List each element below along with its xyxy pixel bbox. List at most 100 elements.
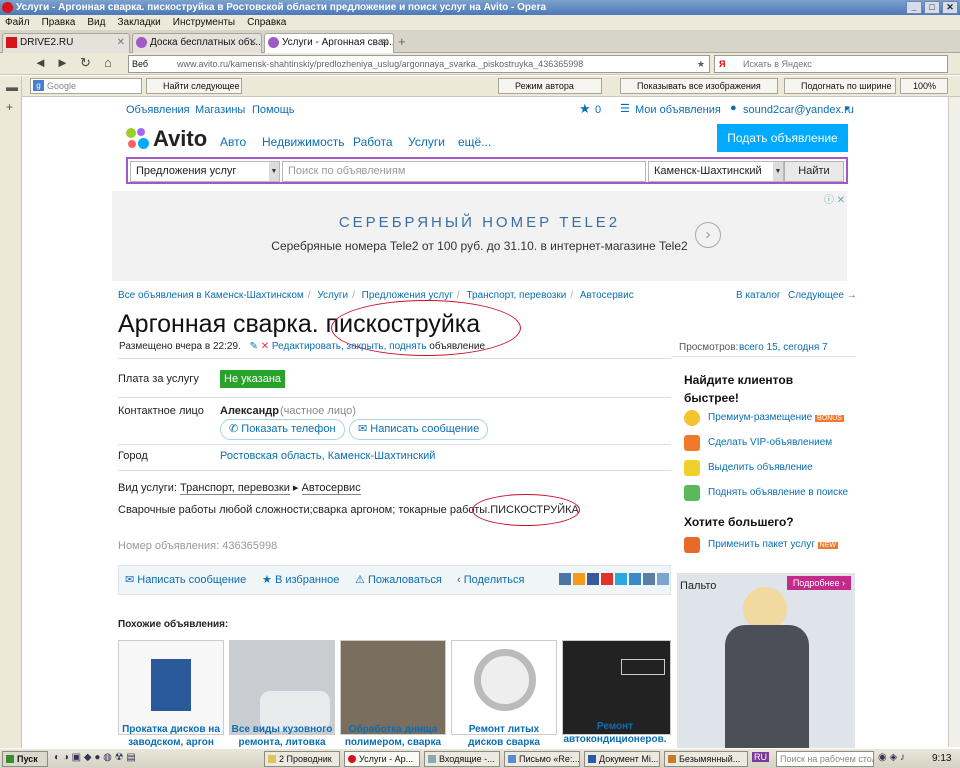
google-search-field[interactable]: g Google	[30, 78, 142, 94]
show-images-button[interactable]: Показывать все изображения	[620, 78, 778, 94]
write-message-button[interactable]: ✉ Написать сообщение	[349, 419, 489, 440]
email-icon[interactable]	[643, 573, 655, 585]
category-select[interactable]: Предложения услуг ▼	[130, 161, 280, 182]
crumb-transport[interactable]: Транспорт, перевозки	[466, 290, 566, 301]
show-phone-button[interactable]: ✆ Показать телефон	[220, 419, 345, 440]
facebook-icon[interactable]	[587, 573, 599, 585]
mail-ru-icon[interactable]	[601, 573, 613, 585]
next-ad-link[interactable]: Следующее →	[788, 290, 857, 301]
menu-edit[interactable]: Правка	[42, 15, 76, 30]
menu-view[interactable]: Вид	[87, 15, 105, 30]
start-button[interactable]: Пуск	[2, 751, 48, 767]
close-tab-icon[interactable]: ✕	[117, 34, 125, 52]
close-icon[interactable]: ✕	[942, 1, 958, 14]
coat-advertisement[interactable]: Пальто Подробнее ›	[677, 573, 855, 749]
tab-board[interactable]: Доска бесплатных объ... ✕	[132, 33, 262, 53]
tab-drive2[interactable]: DRIVE2.RU ✕	[2, 33, 130, 53]
avito-logo-text[interactable]: Avito	[153, 126, 207, 152]
task-inbox[interactable]: Входящие -...	[424, 751, 500, 767]
vk-icon[interactable]	[559, 573, 571, 585]
fit-width-button[interactable]: Подогнать по ширине	[784, 78, 896, 94]
ad-info-icon[interactable]: ⓘ ✕	[824, 191, 845, 206]
cat-jobs[interactable]: Работа	[353, 135, 393, 149]
action-write[interactable]: ✉ Написать сообщение	[125, 566, 246, 594]
zoom-select[interactable]: 100%	[900, 78, 948, 94]
close-tab-icon[interactable]: ✕	[381, 34, 389, 52]
desktop-search-input[interactable]: Поиск на рабочем столе	[776, 751, 874, 767]
panel-icon[interactable]: ▬	[6, 80, 18, 94]
tray-icons[interactable]: ◉ ◈ ♪	[878, 752, 905, 763]
task-paint[interactable]: Безымянный...	[664, 751, 748, 767]
link-icon[interactable]	[657, 573, 669, 585]
quicklaunch-icons[interactable]: ◐ ◑ ▣ ◆ ● ◍ ☢ ▤	[54, 752, 136, 763]
city-value[interactable]: Ростовская область, Каменск-Шахтинский	[220, 450, 435, 462]
city-select[interactable]: Каменск-Шахтинский ▼	[648, 161, 784, 182]
reload-icon[interactable]: ↻	[80, 55, 91, 71]
catalog-link[interactable]: В каталог	[736, 290, 781, 301]
similar-thumb-4[interactable]	[451, 640, 557, 735]
back-icon[interactable]: ◄	[34, 55, 47, 70]
forward-icon[interactable]: ►	[56, 55, 69, 70]
nav-help[interactable]: Помощь	[252, 104, 295, 116]
service-type-link-1[interactable]: Транспорт, перевозки	[180, 482, 290, 495]
close-tab-icon[interactable]: ✕	[249, 34, 257, 52]
crumb-autoservice[interactable]: Автосервис	[580, 290, 634, 301]
new-tab-icon[interactable]: +	[398, 34, 406, 49]
maximize-icon[interactable]: □	[924, 1, 940, 14]
cat-services[interactable]: Услуги	[408, 135, 445, 149]
tab-services[interactable]: Услуги - Аргонная свар... ✕	[264, 33, 394, 53]
bookmark-star-icon[interactable]: ★	[697, 56, 705, 72]
similar-thumb-2[interactable]	[229, 640, 335, 735]
home-icon[interactable]: ⌂	[104, 55, 112, 70]
menu-bookmarks[interactable]: Закладки	[117, 15, 160, 30]
nav-ads[interactable]: Объявления	[126, 104, 190, 116]
nav-shops[interactable]: Магазины	[195, 104, 245, 116]
views-value[interactable]: всего 15, сегодня 7	[739, 342, 828, 353]
search-input[interactable]: Поиск по объявлениям	[282, 161, 646, 182]
menu-file[interactable]: Файл	[5, 15, 30, 30]
language-indicator[interactable]: RU	[752, 752, 769, 762]
cat-auto[interactable]: Авто	[220, 135, 246, 149]
minimize-icon[interactable]: _	[906, 1, 922, 14]
favorites-count[interactable]: 0	[595, 104, 601, 116]
favorites-star-icon[interactable]: ★	[579, 101, 591, 117]
author-mode-button[interactable]: Режим автора	[498, 78, 602, 94]
action-share[interactable]: ‹ Поделиться	[457, 566, 524, 594]
task-letter[interactable]: Письмо «Re:...	[504, 751, 580, 767]
user-menu[interactable]: sound2car@yandex.ru	[743, 104, 854, 116]
tele2-banner[interactable]: СЕРЕБРЯНЫЙ НОМЕР TELE2 Серебряные номера…	[112, 191, 847, 281]
similar-title-2[interactable]: Все виды кузовного ремонта, литовка	[229, 723, 335, 749]
livejournal-icon[interactable]	[629, 573, 641, 585]
edit-links[interactable]: Редактировать, закрыть, поднять	[272, 341, 427, 352]
my-ads-link[interactable]: Мои объявления	[635, 104, 721, 116]
similar-title-4[interactable]: Ремонт литых дисков сварка	[451, 723, 557, 749]
action-complain[interactable]: ⚠ Пожаловаться	[355, 566, 442, 594]
add-panel-icon[interactable]: +	[6, 100, 13, 114]
cat-realty[interactable]: Недвижимость	[262, 135, 345, 149]
menu-tools[interactable]: Инструменты	[173, 15, 235, 30]
chevron-down-icon[interactable]: ▼	[843, 104, 851, 113]
crumb-services[interactable]: Услуги	[317, 290, 348, 301]
service-type-link-2[interactable]: Автосервис	[301, 482, 361, 495]
similar-thumb-3[interactable]	[340, 640, 446, 735]
url-field[interactable]: Веб www.avito.ru/kamensk-shahtinskiy/pre…	[128, 55, 710, 73]
more-details-button[interactable]: Подробнее ›	[786, 576, 851, 590]
chevron-right-icon[interactable]: ›	[695, 222, 721, 248]
find-button[interactable]: Найти	[784, 161, 844, 182]
action-favorite[interactable]: ★ В избранное	[262, 566, 339, 594]
task-word[interactable]: Документ Mi...	[584, 751, 660, 767]
similar-thumb-1[interactable]	[118, 640, 224, 735]
page-scrollbar[interactable]	[948, 97, 960, 747]
cat-more[interactable]: ещё...	[458, 135, 491, 149]
ok-icon[interactable]	[573, 573, 585, 585]
task-explorer[interactable]: 2 Проводник	[264, 751, 340, 767]
similar-title-5[interactable]: Ремонт автокондиционеров.	[562, 720, 668, 746]
similar-title-3[interactable]: Обработка днища полимером, сварка	[340, 723, 446, 749]
similar-title-1[interactable]: Прокатка дисков на заводском, аргон	[118, 723, 224, 749]
menu-help[interactable]: Справка	[247, 15, 286, 30]
task-opera[interactable]: Услуги - Ар...	[344, 751, 420, 767]
find-next-button[interactable]: Найти следующее	[146, 78, 242, 94]
twitter-icon[interactable]	[615, 573, 627, 585]
yandex-search-field[interactable]: Я Искать в Яндекс	[714, 55, 948, 73]
crumb-all[interactable]: Все объявления в Каменск-Шахтинском	[118, 290, 304, 301]
